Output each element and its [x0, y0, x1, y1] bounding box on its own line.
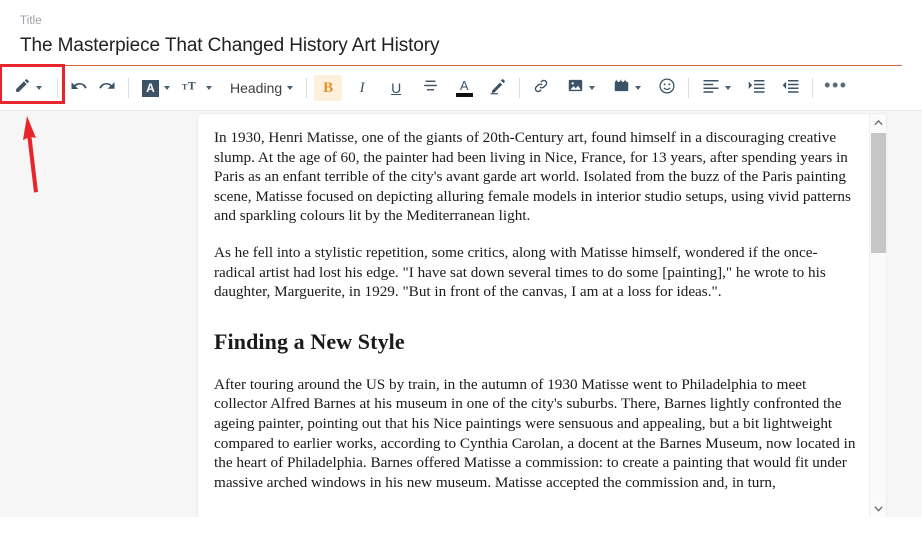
- paragraph: After touring around the US by train, in…: [214, 375, 856, 491]
- editor-toolbar: A T T Heading B I U A •••: [0, 64, 922, 193]
- underline-button[interactable]: U: [382, 73, 410, 103]
- editor-right-margin: [887, 111, 922, 517]
- redo-button[interactable]: [93, 73, 121, 103]
- align-left-icon: [702, 78, 720, 99]
- title-field-label: Title: [20, 15, 42, 27]
- pencil-dropdown-caret[interactable]: [36, 86, 42, 90]
- video-clapper-icon: [613, 77, 630, 99]
- redo-icon: [98, 77, 116, 100]
- bold-button[interactable]: B: [314, 75, 343, 101]
- pencil-button-wrapper: [0, 64, 65, 104]
- scrollbar-thumb[interactable]: [871, 133, 886, 253]
- strikethrough-icon: [422, 77, 439, 99]
- text-size-button[interactable]: T T: [176, 73, 218, 103]
- scrollbar-track[interactable]: [870, 131, 886, 500]
- scroll-down-arrow-icon[interactable]: [870, 500, 886, 517]
- link-icon: [532, 77, 550, 100]
- svg-text:T: T: [182, 82, 188, 91]
- toolbar-separator: [812, 78, 814, 98]
- edit-mode-pencil-button[interactable]: [8, 73, 48, 103]
- letter-a-filled-icon: A: [142, 79, 159, 97]
- document-editor-region: In 1930, Henri Matisse, one of the giant…: [0, 111, 922, 517]
- pencil-icon: [14, 77, 31, 99]
- text-color-a-icon: A: [455, 79, 473, 97]
- text-color-button[interactable]: A: [450, 73, 478, 103]
- decrease-indent-button[interactable]: [777, 73, 805, 103]
- section-heading: Finding a New Style: [214, 328, 405, 354]
- svg-text:T: T: [188, 79, 196, 92]
- toolbar-separator: [519, 78, 521, 98]
- editor-left-margin: [0, 111, 197, 517]
- font-background-color-caret[interactable]: [164, 86, 170, 90]
- indent-increase-icon: [748, 78, 766, 99]
- insert-image-caret[interactable]: [589, 86, 596, 90]
- emoji-smiley-icon: [658, 77, 676, 100]
- image-icon: [567, 77, 584, 99]
- highlight-color-button[interactable]: [484, 73, 512, 103]
- document-page[interactable]: In 1930, Henri Matisse, one of the giant…: [197, 113, 887, 517]
- document-title-input[interactable]: [20, 28, 902, 65]
- insert-emoji-button[interactable]: [653, 73, 681, 103]
- title-area: Title: [0, 0, 922, 66]
- font-background-color-button[interactable]: A: [136, 73, 176, 103]
- undo-button[interactable]: [65, 73, 93, 103]
- more-options-button[interactable]: •••: [820, 73, 851, 103]
- document-scrollbar[interactable]: [869, 114, 886, 517]
- toolbar-separator: [688, 78, 690, 98]
- undo-icon: [70, 77, 88, 100]
- paragraph: In 1930, Henri Matisse, one of the giant…: [214, 129, 851, 225]
- italic-button[interactable]: I: [348, 73, 376, 103]
- insert-link-button[interactable]: [527, 73, 555, 103]
- text-align-button[interactable]: [696, 73, 737, 103]
- heading-style-label: Heading: [230, 80, 283, 96]
- text-size-icon: T T: [182, 78, 201, 99]
- toolbar-separator: [128, 78, 129, 98]
- document-content[interactable]: In 1930, Henri Matisse, one of the giant…: [198, 114, 886, 492]
- scroll-up-arrow-icon[interactable]: [870, 114, 886, 131]
- insert-video-caret[interactable]: [635, 86, 642, 90]
- increase-indent-button[interactable]: [743, 73, 771, 103]
- heading-style-dropdown[interactable]: Heading: [224, 73, 299, 103]
- paragraph: As he fell into a stylistic repetition, …: [214, 243, 826, 301]
- insert-image-button[interactable]: [561, 73, 601, 103]
- text-size-caret[interactable]: [206, 86, 212, 90]
- toolbar-separator: [57, 78, 58, 98]
- highlighter-pen-icon: [489, 77, 507, 100]
- heading-style-caret[interactable]: [287, 86, 294, 90]
- text-align-caret[interactable]: [725, 86, 732, 90]
- indent-decrease-icon: [782, 78, 800, 99]
- toolbar-separator: [306, 78, 308, 98]
- strikethrough-button[interactable]: [416, 73, 444, 103]
- insert-video-button[interactable]: [607, 73, 647, 103]
